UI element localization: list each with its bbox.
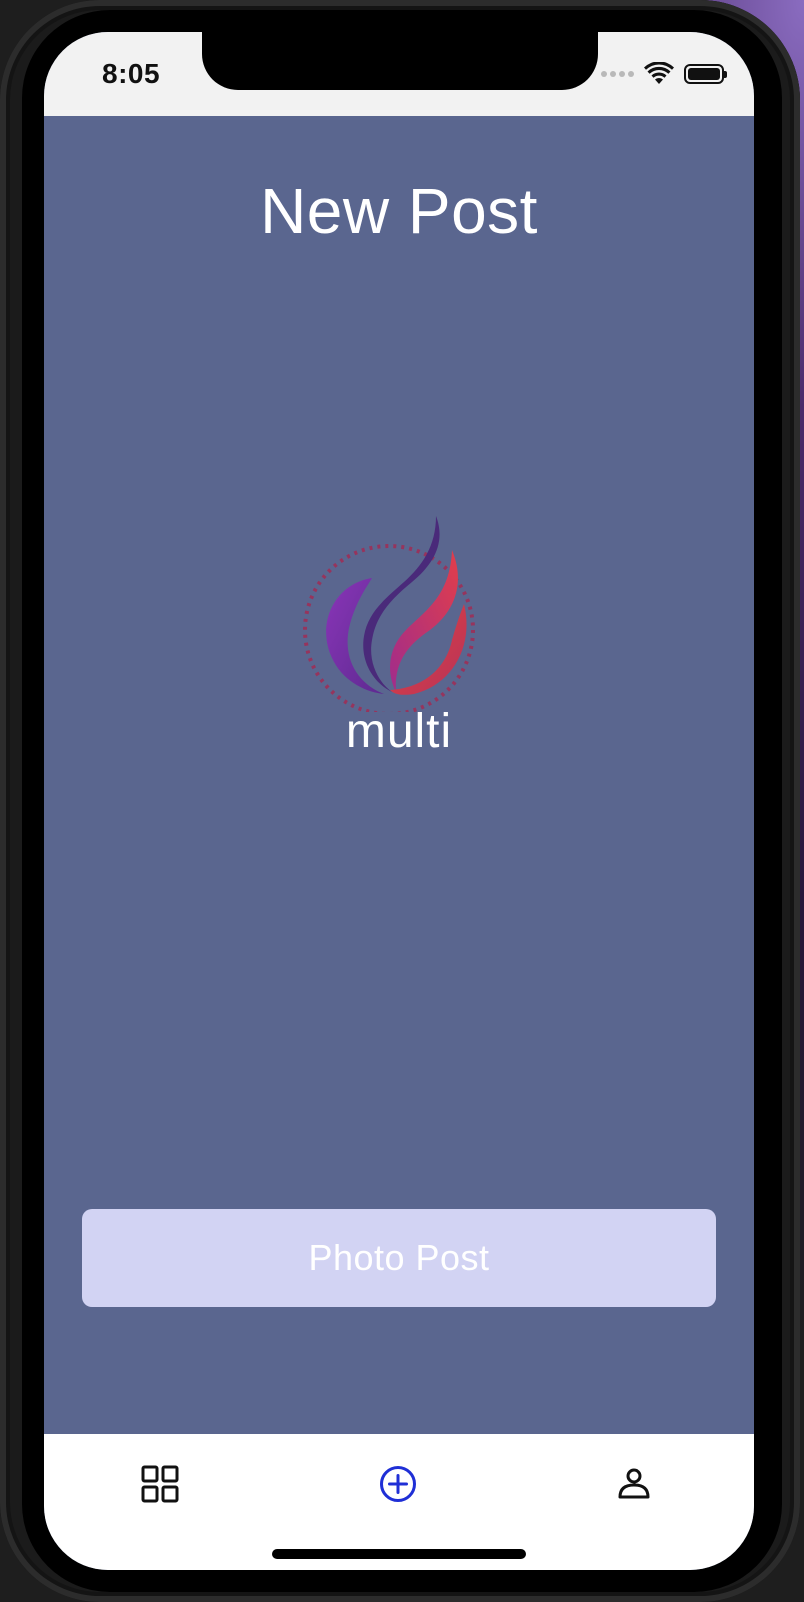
person-icon [618, 1468, 650, 1499]
wifi-icon [644, 62, 674, 84]
page-title: New Post [260, 175, 538, 247]
logo-wordmark: multi [345, 705, 453, 758]
device-notch [202, 32, 598, 90]
status-icons [601, 62, 727, 86]
status-time: 8:05 [102, 58, 161, 89]
home-indicator[interactable] [272, 1549, 526, 1559]
app-screen: 8:05 New Post multi Photo Post [44, 32, 754, 1570]
multi-logo-icon [303, 516, 475, 712]
battery-icon [684, 64, 727, 84]
plus-circle-icon [380, 1466, 416, 1502]
status-bar: 8:05 [44, 32, 754, 116]
photo-post-button[interactable]: Photo Post [82, 1209, 716, 1307]
tab-feed[interactable] [130, 1454, 190, 1514]
grid-icon [141, 1465, 179, 1503]
cellular-signal-icon [601, 71, 634, 77]
tab-profile[interactable] [604, 1454, 664, 1514]
tab-new-post[interactable] [368, 1454, 428, 1514]
